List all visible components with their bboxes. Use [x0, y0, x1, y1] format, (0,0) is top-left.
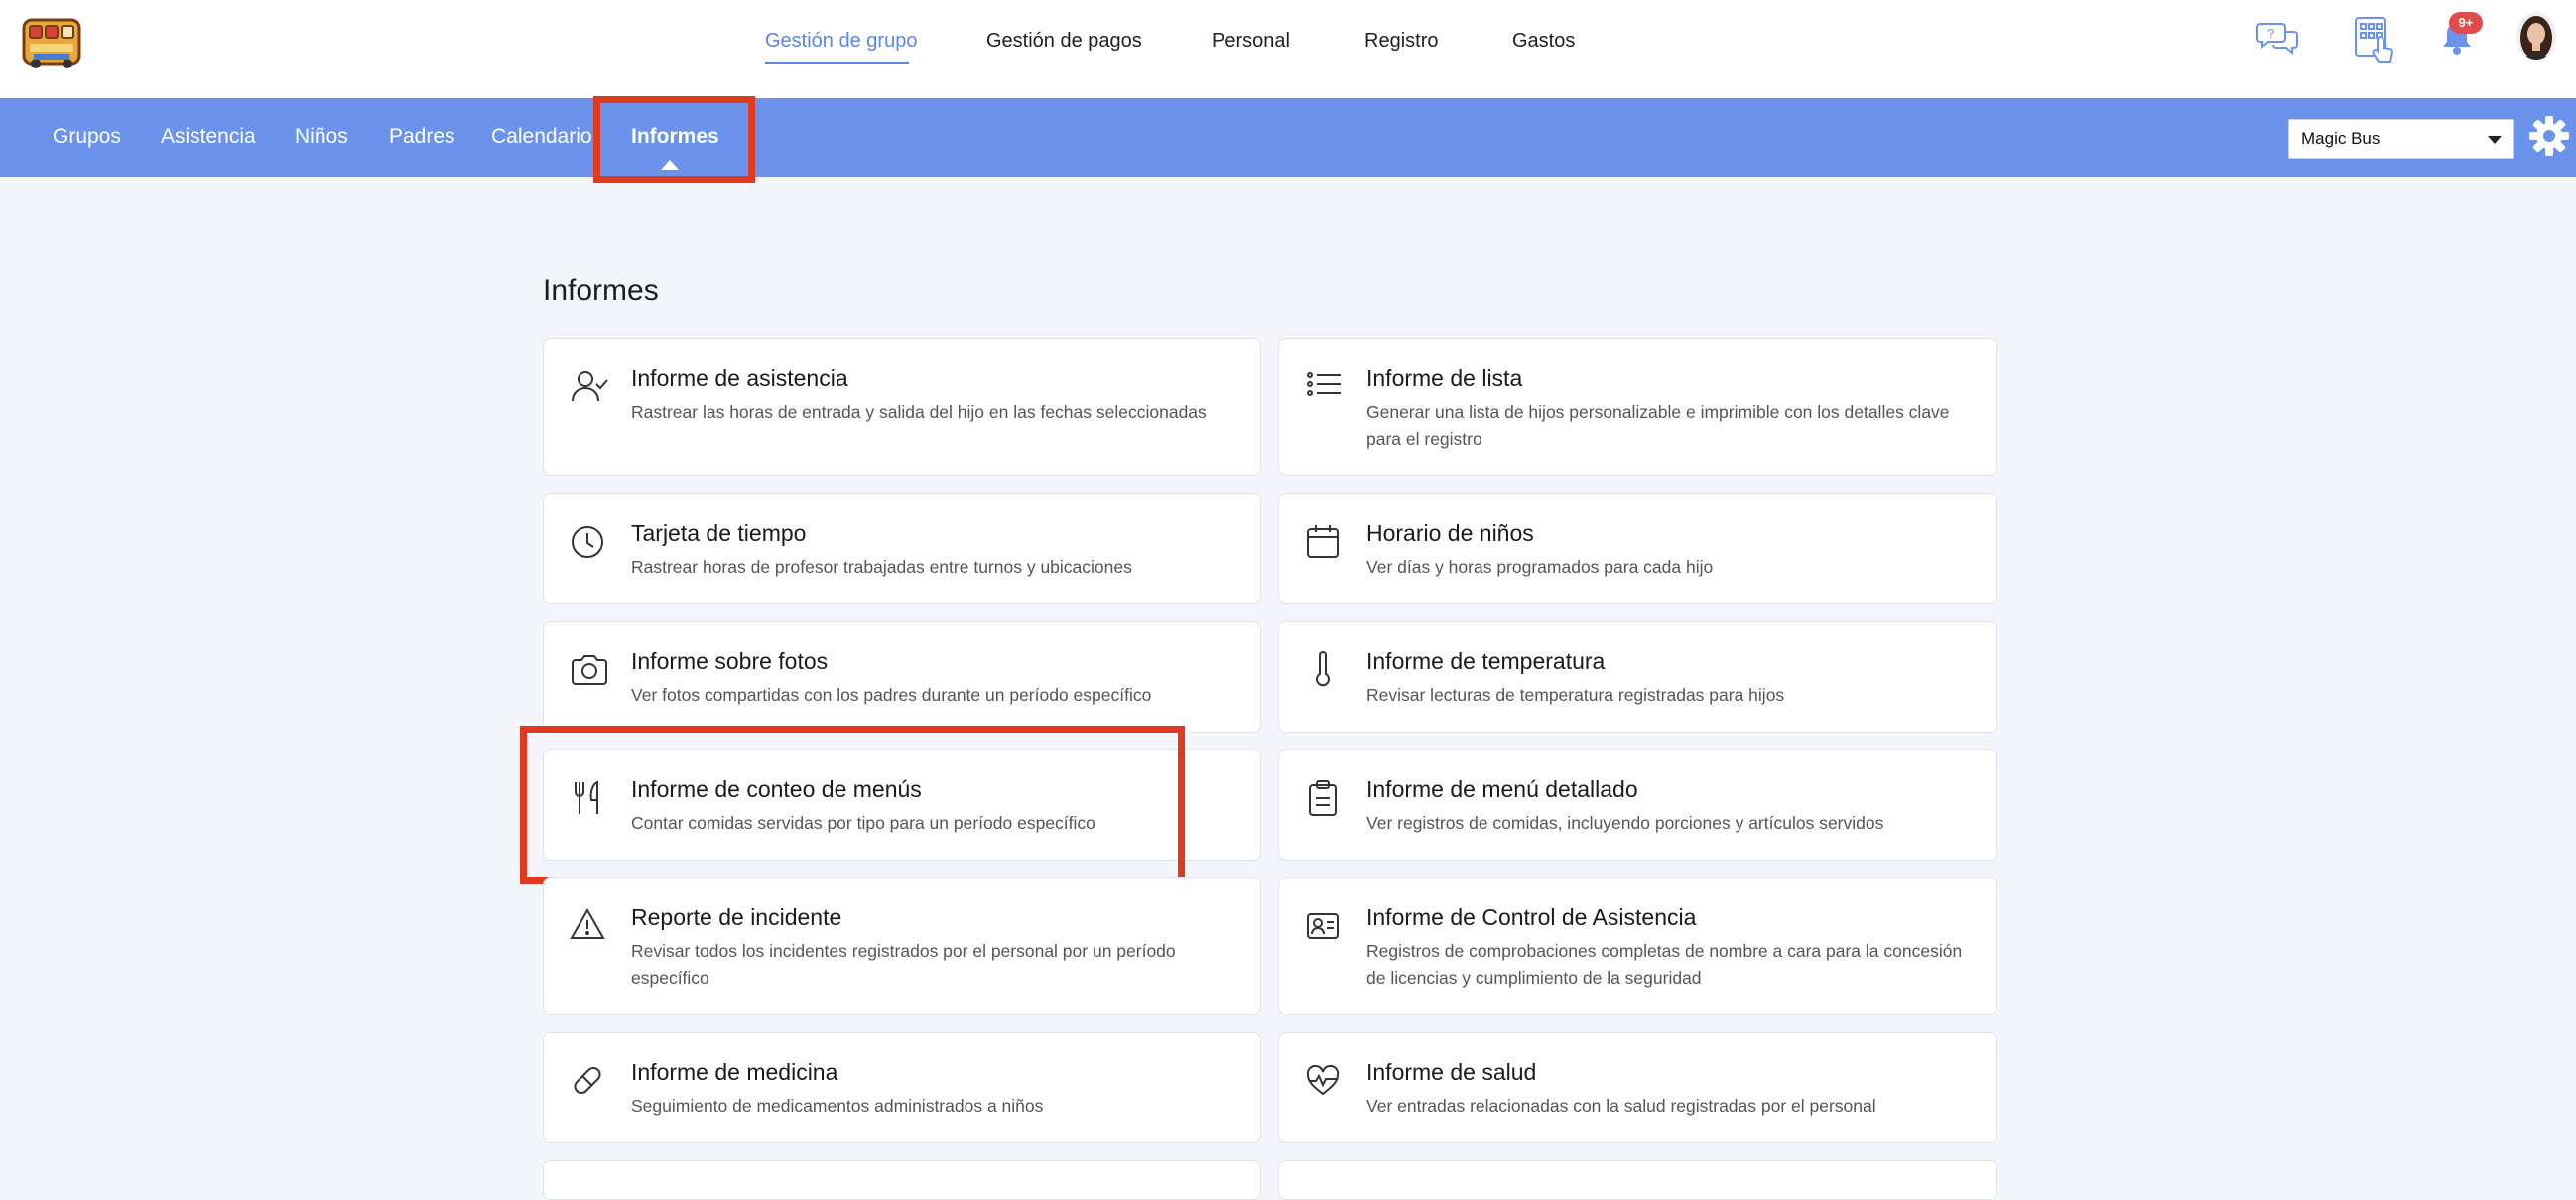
- report-card-medicine[interactable]: Informe de medicina Seguimiento de medic…: [543, 1032, 1261, 1143]
- page-title: Informes: [543, 274, 659, 307]
- report-description: Registros de comprobaciones completas de…: [1366, 941, 1963, 988]
- report-card-temperature[interactable]: Informe de temperatura Revisar lecturas …: [1278, 621, 1997, 733]
- svg-text:?: ?: [2267, 26, 2274, 41]
- report-card-incident[interactable]: Reporte de incidente Revisar todos los i…: [543, 877, 1261, 1015]
- subnav-reports[interactable]: Informes: [631, 125, 719, 149]
- report-card-child-schedule[interactable]: Horario de niños Ver días y horas progra…: [1278, 493, 1997, 604]
- report-title: Informe de asistencia: [631, 365, 848, 391]
- report-title: Informe de conteo de menús: [631, 776, 922, 802]
- report-description: Revisar lecturas de temperatura registra…: [1366, 685, 1785, 705]
- subnav-calendar[interactable]: Calendario: [491, 125, 592, 149]
- list-icon: [1305, 367, 1345, 407]
- top-nav: Gestión de grupo Gestión de pagos Person…: [0, 0, 2576, 98]
- school-select[interactable]: Magic Bus: [2288, 119, 2514, 159]
- subnav-children[interactable]: Niños: [295, 125, 348, 149]
- topnav-staff[interactable]: Personal: [1212, 30, 1290, 53]
- report-card-photos[interactable]: Informe sobre fotos Ver fotos compartida…: [543, 621, 1261, 733]
- top-header: Gestión de grupo Gestión de pagos Person…: [0, 0, 2576, 98]
- chevron-down-icon: [2488, 136, 2502, 144]
- clock-icon: [570, 522, 609, 562]
- report-description: Ver entradas relacionadas con la salud r…: [1366, 1096, 1876, 1116]
- topnav-group-management[interactable]: Gestión de grupo: [765, 30, 917, 53]
- topnav-payments[interactable]: Gestión de pagos: [986, 30, 1142, 53]
- report-title: Informe de temperatura: [1366, 648, 1606, 674]
- report-description: Ver fotos compartidas con los padres dur…: [631, 685, 1152, 705]
- report-card-health[interactable]: Informe de salud Ver entradas relacionad…: [1278, 1032, 1997, 1143]
- kiosk-checkin-icon[interactable]: [2354, 16, 2397, 64]
- warning-icon: [570, 906, 609, 946]
- report-title: Informe de Control de Asistencia: [1366, 904, 1697, 930]
- report-description: Ver registros de comidas, incluyendo por…: [1366, 813, 1884, 833]
- active-tab-underline: [765, 62, 909, 64]
- pill-icon: [570, 1061, 609, 1101]
- heart-pulse-icon: [1305, 1061, 1345, 1101]
- report-card-menu-count[interactable]: Informe de conteo de menús Contar comida…: [543, 749, 1261, 861]
- notification-badge: 9+: [2449, 12, 2483, 34]
- active-subnav-caret: [661, 160, 679, 170]
- school-select-value: Magic Bus: [2301, 129, 2381, 148]
- clipboard-icon: [1305, 778, 1345, 818]
- user-check-icon: [570, 367, 609, 407]
- report-title: Informe sobre fotos: [631, 648, 829, 674]
- report-description: Seguimiento de medicamentos administrado…: [631, 1096, 1044, 1116]
- id-card-icon: [1305, 906, 1345, 946]
- report-title: Tarjeta de tiempo: [631, 520, 807, 546]
- subnav-attendance[interactable]: Asistencia: [161, 125, 256, 149]
- report-description: Contar comidas servidas por tipo para un…: [631, 813, 1095, 833]
- subnav-groups[interactable]: Grupos: [53, 125, 121, 149]
- subnav-parents[interactable]: Padres: [389, 125, 455, 149]
- report-title: Informe de menú detallado: [1366, 776, 1638, 802]
- report-title: Reporte de incidente: [631, 904, 842, 930]
- report-description: Rastrear horas de profesor trabajadas en…: [631, 557, 1132, 577]
- avatar[interactable]: [2516, 12, 2556, 60]
- calendar-icon: [1305, 522, 1345, 562]
- report-title: Informe de salud: [1366, 1059, 1537, 1085]
- thermometer-icon: [1305, 650, 1345, 690]
- report-card-partial[interactable]: [543, 1160, 1261, 1200]
- report-card-attendance[interactable]: Informe de asistencia Rastrear las horas…: [543, 338, 1261, 476]
- report-card-roster[interactable]: Informe de lista Generar una lista de hi…: [1278, 338, 1997, 476]
- report-description: Generar una lista de hijos personalizabl…: [1366, 402, 1950, 449]
- report-title: Horario de niños: [1366, 520, 1534, 546]
- report-description: Revisar todos los incidentes registrados…: [631, 941, 1176, 988]
- report-card-partial[interactable]: [1278, 1160, 1997, 1200]
- topnav-registration[interactable]: Registro: [1364, 30, 1438, 53]
- camera-icon: [570, 650, 609, 690]
- help-chat-icon[interactable]: ?: [2256, 18, 2300, 58]
- report-title: Informe de lista: [1366, 365, 1523, 391]
- report-card-detailed-menu[interactable]: Informe de menú detallado Ver registros …: [1278, 749, 1997, 861]
- report-description: Ver días y horas programados para cada h…: [1366, 557, 1714, 577]
- utensils-icon: [570, 778, 609, 818]
- report-title: Informe de medicina: [631, 1059, 838, 1085]
- topnav-expenses[interactable]: Gastos: [1512, 30, 1575, 53]
- report-card-timecard[interactable]: Tarjeta de tiempo Rastrear horas de prof…: [543, 493, 1261, 604]
- section-nav-bar: Grupos Asistencia Niños Padres Calendari…: [0, 98, 2576, 177]
- report-description: Rastrear las horas de entrada y salida d…: [631, 402, 1207, 422]
- gear-icon[interactable]: [2527, 114, 2571, 158]
- report-card-attendance-control[interactable]: Informe de Control de Asistencia Registr…: [1278, 877, 1997, 1015]
